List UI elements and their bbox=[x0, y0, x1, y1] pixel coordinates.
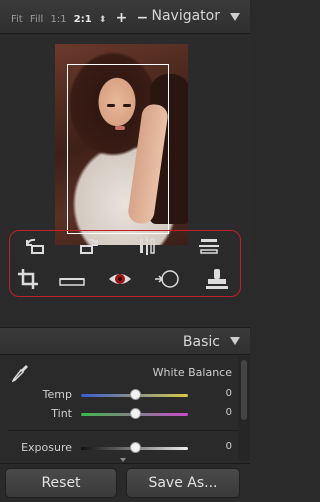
navigator-header: Fit Fill 1:1 2:1 ⬍ + − Navigator bbox=[0, 0, 250, 34]
basic-header: Basic bbox=[0, 327, 250, 355]
temp-slider-row: Temp 0 bbox=[0, 388, 250, 402]
basic-title: Basic bbox=[182, 334, 220, 350]
zoom-fill-button[interactable]: Fill bbox=[30, 14, 43, 25]
panel-scrollbar[interactable] bbox=[238, 356, 250, 460]
flip-vertical-icon[interactable] bbox=[196, 235, 222, 257]
navigator-title: Navigator bbox=[151, 8, 220, 24]
footer: Reset Save As... bbox=[0, 463, 250, 502]
collapse-navigator-icon[interactable] bbox=[230, 13, 240, 21]
clone-stamp-icon[interactable] bbox=[204, 268, 230, 290]
temp-value: 0 bbox=[225, 388, 232, 399]
zoom-in-button[interactable]: + bbox=[116, 10, 128, 26]
white-balance-label: White Balance bbox=[152, 366, 232, 379]
navigator-preview bbox=[0, 34, 250, 256]
exposure-slider-thumb[interactable] bbox=[129, 442, 141, 453]
red-eye-icon[interactable] bbox=[107, 268, 133, 290]
rotate-right-icon[interactable] bbox=[77, 235, 103, 257]
exposure-value: 0 bbox=[225, 441, 232, 452]
tint-value: 0 bbox=[225, 407, 232, 418]
save-as-button[interactable]: Save As... bbox=[126, 468, 240, 498]
rotate-left-icon[interactable] bbox=[21, 235, 47, 257]
zoom-out-button[interactable]: − bbox=[137, 10, 149, 26]
zoom-options: Fit Fill 1:1 2:1 ⬍ + − bbox=[11, 10, 154, 26]
eyedropper-icon[interactable] bbox=[11, 364, 28, 386]
collapse-basic-icon[interactable] bbox=[230, 337, 240, 345]
tint-slider-row: Tint 0 bbox=[0, 407, 250, 421]
spot-removal-icon[interactable] bbox=[153, 268, 181, 290]
exposure-label: Exposure bbox=[21, 441, 72, 454]
zoom-2-1-button[interactable]: 2:1 bbox=[74, 14, 92, 25]
tint-label: Tint bbox=[51, 407, 72, 420]
photo-thumbnail[interactable] bbox=[55, 44, 188, 245]
zoom-stepper-icon[interactable]: ⬍ bbox=[99, 15, 107, 25]
reset-button[interactable]: Reset bbox=[5, 468, 117, 498]
viewport-rectangle[interactable] bbox=[67, 64, 169, 234]
crop-icon[interactable] bbox=[15, 268, 41, 290]
temp-label: Temp bbox=[42, 388, 72, 401]
zoom-1-1-button[interactable]: 1:1 bbox=[50, 14, 66, 25]
panel-collapse-arrow-icon[interactable] bbox=[120, 458, 126, 462]
straighten-icon[interactable] bbox=[57, 268, 87, 290]
section-divider bbox=[8, 430, 242, 431]
tint-slider-thumb[interactable] bbox=[129, 408, 141, 419]
scrollbar-thumb[interactable] bbox=[241, 360, 247, 420]
flip-horizontal-icon[interactable] bbox=[134, 235, 160, 257]
temp-slider-thumb[interactable] bbox=[129, 389, 141, 400]
basic-section: White Balance Temp 0 Tint 0 Exposure 0 bbox=[0, 356, 250, 460]
zoom-fit-button[interactable]: Fit bbox=[11, 14, 23, 25]
exposure-slider-row: Exposure 0 bbox=[0, 441, 250, 455]
